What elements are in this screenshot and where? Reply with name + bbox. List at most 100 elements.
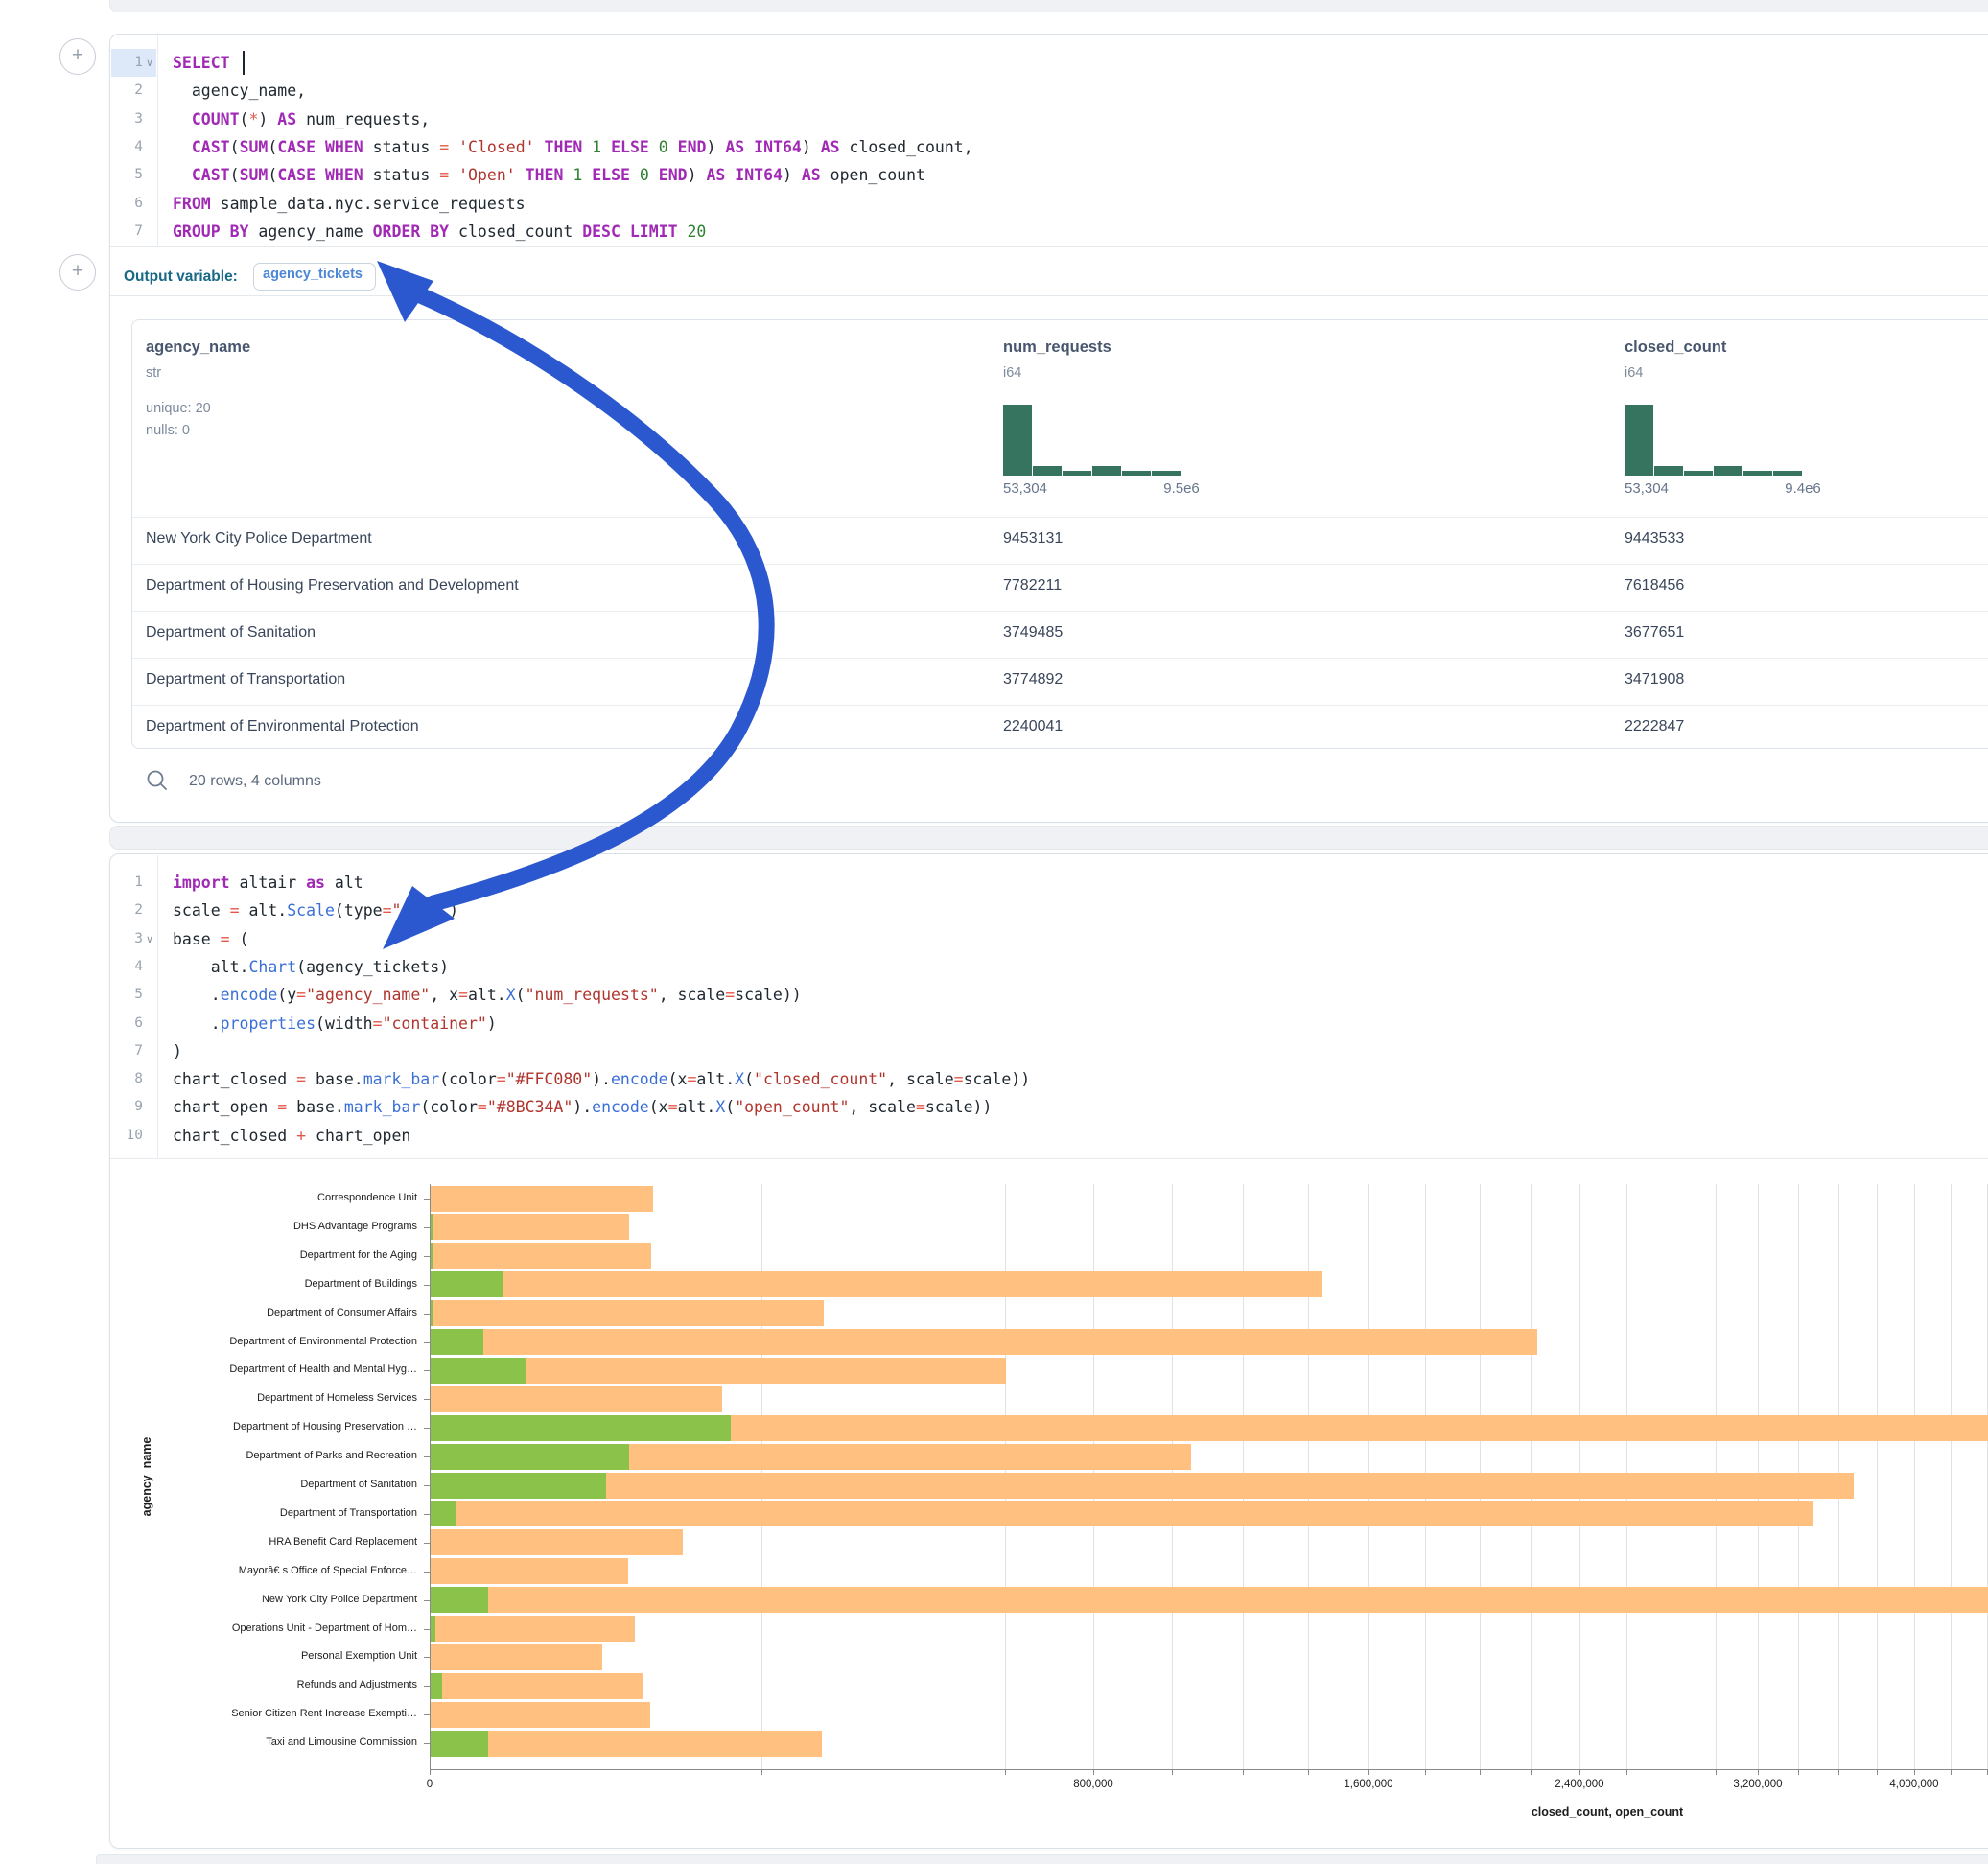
add-cell-button-output[interactable]: + [59, 254, 96, 291]
histogram-min-label: 53,304 [1625, 480, 1669, 497]
line-number: 8 [110, 1065, 143, 1093]
code-line: SELECT [173, 49, 240, 77]
bar-open-count [431, 1358, 526, 1384]
bar-closed-count [431, 1673, 643, 1699]
code-line: .properties(width="container") [173, 1010, 497, 1037]
code-line: ) [173, 1037, 182, 1065]
x-tick-label: 2,400,000 [1555, 1779, 1603, 1790]
fold-chevron-icon[interactable]: ∨ [146, 926, 153, 954]
cell-value: 3677651 [1625, 624, 1684, 641]
bar-open-count [431, 1501, 456, 1526]
histogram-bar [1625, 405, 1653, 476]
y-axis-label: Mayorâ€ s Office of Special Enforce… [110, 1565, 417, 1576]
y-axis-title: agency_name [140, 1437, 153, 1517]
histogram-max-label: 9.4e6 [1785, 480, 1821, 497]
histogram-bar [1122, 471, 1151, 476]
bar-closed-count [431, 1214, 629, 1240]
y-axis-label: Department of Environmental Protection [110, 1336, 417, 1347]
histogram-bar [1773, 471, 1802, 476]
bar-closed-count [431, 1473, 1854, 1499]
histogram-bar [1003, 405, 1032, 476]
output-variable-label: Output variable: [124, 268, 238, 286]
y-axis-label: Department of Sanitation [110, 1479, 417, 1490]
python-gutter-divider [157, 855, 158, 1158]
x-tick [1243, 1770, 1244, 1775]
altair-chart: Correspondence UnitDHS Advantage Program… [110, 1159, 1988, 1847]
code-line: GROUP BY agency_name ORDER BY closed_cou… [173, 218, 706, 245]
python-editor[interactable]: 1import altair as alt2scale = alt.Scale(… [110, 854, 1988, 1158]
cell-value: 3774892 [1003, 671, 1063, 688]
next-cell-edge [96, 1854, 1988, 1864]
cell-divider [109, 826, 1988, 850]
code-line: chart_closed = base.mark_bar(color="#FFC… [173, 1065, 1030, 1093]
x-tick [1425, 1770, 1426, 1775]
add-cell-button-top[interactable]: + [59, 38, 96, 75]
fold-chevron-icon[interactable]: ∨ [146, 50, 153, 78]
bar-open-count [431, 1673, 442, 1699]
gridline [1951, 1184, 1952, 1769]
bar-closed-count [431, 1731, 822, 1757]
line-number: 3 [110, 105, 143, 133]
cell-value: 7618456 [1625, 577, 1684, 594]
line-number: 5 [110, 161, 143, 189]
x-tick [1579, 1770, 1580, 1775]
histogram-bar [1092, 466, 1121, 476]
x-tick [1005, 1770, 1006, 1775]
x-tick [1368, 1770, 1369, 1775]
cell-value: 9443533 [1625, 530, 1684, 548]
table-row: Department of Housing Preservation and D… [132, 564, 1988, 611]
code-line: agency_name, [173, 77, 306, 105]
bar-closed-count [431, 1529, 683, 1555]
y-axis-label: HRA Benefit Card Replacement [110, 1536, 417, 1548]
text-cursor [243, 51, 245, 75]
x-tick [1480, 1770, 1481, 1775]
x-tick [1172, 1770, 1173, 1775]
histogram-min-label: 53,304 [1003, 480, 1047, 497]
bar-open-count [431, 1587, 488, 1613]
code-line: CAST(SUM(CASE WHEN status = 'Open' THEN … [173, 161, 925, 189]
code-line: scale = alt.Scale(type="sqrt") [173, 897, 458, 924]
column-type: i64 [1625, 365, 1643, 381]
code-line: FROM sample_data.nyc.service_requests [173, 190, 526, 218]
notebook-page: + + 1 ∨ SELECT 2 agency_name, 3 COUNT(*) AS… [0, 0, 1988, 1864]
y-axis-label: Department of Parks and Recreation [110, 1450, 417, 1461]
x-tick [1308, 1770, 1309, 1775]
x-tick [1626, 1770, 1627, 1775]
line-number: 2 [110, 77, 143, 105]
code-line: CAST(SUM(CASE WHEN status = 'Closed' THE… [173, 133, 973, 161]
bar-closed-count [431, 1501, 1813, 1526]
gridline [1877, 1184, 1878, 1769]
cell-value: 9453131 [1003, 530, 1063, 548]
cell-value: 7782211 [1003, 577, 1062, 594]
bar-closed-count [431, 1300, 824, 1326]
code-line: chart_closed + chart_open [173, 1122, 410, 1150]
x-tick [1877, 1770, 1878, 1775]
histogram-bar [1714, 466, 1742, 476]
cell-agency-name: Department of Housing Preservation and D… [146, 577, 519, 594]
histogram-bar [1654, 466, 1683, 476]
output-variable-input[interactable]: agency_tickets [253, 263, 376, 291]
search-icon[interactable] [145, 768, 170, 793]
x-tick-label: 1,600,000 [1344, 1779, 1392, 1790]
y-axis-label: Senior Citizen Rent Increase Exempti… [110, 1708, 417, 1719]
column-stat: unique: 20 [146, 401, 211, 416]
gridline [1914, 1184, 1915, 1769]
code-line: alt.Chart(agency_tickets) [173, 953, 449, 981]
output-row-bottom-border [110, 295, 1988, 296]
column-stat: nulls: 0 [146, 423, 190, 438]
bar-closed-count [431, 1386, 722, 1412]
bar-open-count [431, 1415, 731, 1441]
x-tick [1758, 1770, 1759, 1775]
cell-agency-name: Department of Sanitation [146, 624, 316, 641]
bar-open-count [431, 1444, 629, 1470]
y-axis-label: Department of Homeless Services [110, 1392, 417, 1404]
table-summary: 20 rows, 4 columns [189, 773, 321, 790]
y-axis-label: Operations Unit - Department of Hom… [110, 1622, 417, 1634]
sql-editor[interactable]: 1∨SELECT 2 agency_name,3 COUNT(*) AS num… [110, 35, 1988, 246]
code-line: COUNT(*) AS num_requests, [173, 105, 430, 133]
y-axis-label: Department of Consumer Affairs [110, 1307, 417, 1318]
column-type: i64 [1003, 365, 1021, 381]
bar-closed-count [431, 1271, 1322, 1297]
x-tick [1798, 1770, 1799, 1775]
line-number: 1 [110, 869, 143, 897]
